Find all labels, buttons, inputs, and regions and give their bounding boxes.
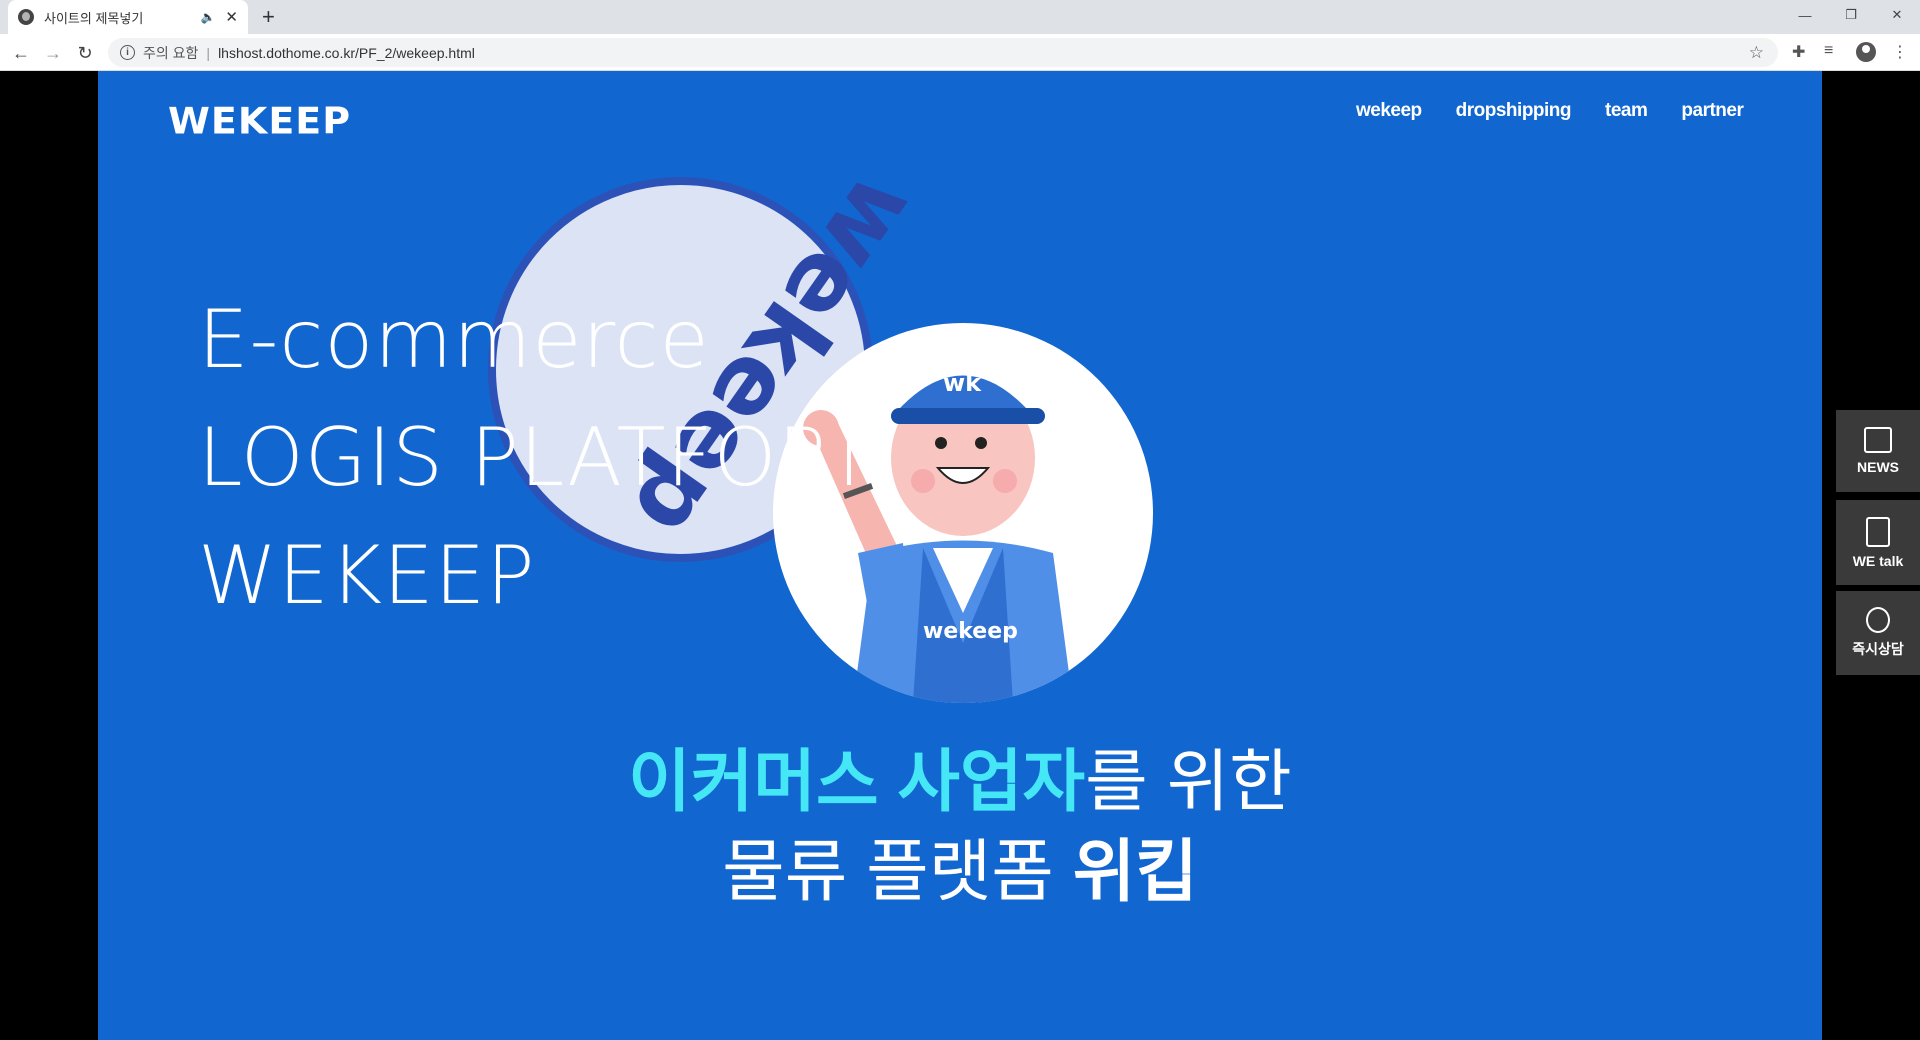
tab-title: 사이트의 제목넣기 (44, 10, 144, 26)
mascot-illustration: wekeep wk (803, 369, 1073, 703)
bookmark-star-icon[interactable]: ☆ (1749, 43, 1764, 63)
back-icon[interactable]: ← (8, 40, 34, 66)
media-queue-icon[interactable]: ≡ (1824, 42, 1833, 60)
nav-link-dropshipping[interactable]: dropshipping (1456, 100, 1572, 122)
mascot-circle: wekeep wk (773, 323, 1153, 703)
window-close-button[interactable]: ✕ (1874, 0, 1920, 30)
nav-link-partner[interactable]: partner (1681, 100, 1743, 122)
browser-toolbar: ← → ↻ i 주의 요함 | lhshost.dothome.co.kr/PF… (0, 34, 1920, 71)
we-talk-label: WE talk (1852, 552, 1904, 569)
tagline-brand: 위킵 (1072, 834, 1198, 910)
instant-consult-label: 즉시상담 (1852, 641, 1904, 657)
restore-button[interactable]: ❐ (1828, 0, 1874, 30)
phone-book-icon (1866, 516, 1890, 547)
globe-icon (18, 9, 34, 25)
headline-line-2: LOGIS PLATFORM (198, 411, 905, 504)
page-viewport: WEKEEP wekeep dropshipping team partner … (0, 71, 1920, 1040)
svg-text:wekeep: wekeep (923, 619, 1018, 644)
extensions-icon[interactable]: ✚ (1792, 42, 1805, 62)
address-bar[interactable]: i 주의 요함 | lhshost.dothome.co.kr/PF_2/wek… (108, 38, 1778, 67)
new-tab-button[interactable]: + (262, 4, 275, 30)
window-controls: — ❐ ✕ (1782, 0, 1920, 30)
wekeep-logo[interactable]: WEKEEP (168, 100, 351, 142)
headline-line-3: WEKEEP (198, 529, 536, 622)
tagline-rest: 를 위한 (1085, 744, 1292, 820)
tab-close-icon[interactable]: ✕ (225, 8, 238, 26)
address-separator: | (206, 44, 211, 61)
minimize-button[interactable]: — (1782, 0, 1828, 30)
speaker-icon[interactable]: 🔈 (200, 10, 215, 24)
tagline-regular: 물류 플랫폼 (722, 834, 1073, 910)
browser-tabbar: 사이트의 제목넣기 🔈 ✕ + — ❐ ✕ (0, 0, 1920, 34)
nav-link-team[interactable]: team (1605, 100, 1648, 122)
svg-text:wk: wk (943, 369, 982, 397)
news-label: NEWS (1857, 459, 1899, 475)
tagline-highlight: 이커머스 사업자 (628, 744, 1086, 820)
tagline-line-1: 이커머스 사업자를 위한 (98, 726, 1822, 825)
news-button[interactable]: NEWS (1836, 410, 1920, 492)
profile-avatar-icon[interactable] (1856, 42, 1876, 62)
browser-tab[interactable]: 사이트의 제목넣기 🔈 ✕ (8, 0, 248, 34)
info-icon[interactable]: i (120, 45, 135, 60)
main-nav: wekeep dropshipping team partner (1356, 100, 1744, 122)
chat-bubble-icon (1866, 607, 1890, 633)
url-text[interactable]: lhshost.dothome.co.kr/PF_2/wekeep.html (218, 45, 475, 61)
headline-line-1: E-commerce (198, 293, 710, 386)
instant-consult-button[interactable]: 즉시상담 (1836, 591, 1920, 675)
newspaper-icon (1864, 427, 1892, 453)
nav-link-wekeep[interactable]: wekeep (1356, 100, 1422, 122)
forward-icon[interactable]: → (40, 40, 66, 66)
security-label: 주의 요함 (143, 44, 199, 61)
we-talk-button[interactable]: WE talk (1836, 500, 1920, 585)
menu-dots-icon[interactable]: ⋮ (1892, 42, 1908, 62)
reload-icon[interactable]: ↻ (72, 40, 98, 66)
hero-section: WEKEEP wekeep dropshipping team partner … (98, 71, 1822, 1040)
tagline-line-2: 물류 플랫폼 위킵 (98, 816, 1822, 915)
